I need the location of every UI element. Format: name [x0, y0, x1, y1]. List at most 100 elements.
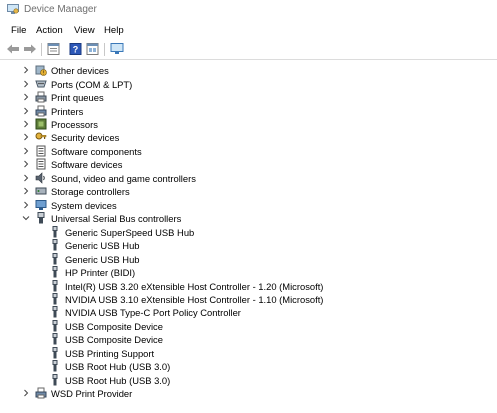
usb-device-label: USB Root Hub (USB 3.0) [65, 375, 171, 386]
usb-device-icon [52, 347, 58, 359]
tree-item-label: System devices [51, 200, 117, 211]
tree-item-sound-video[interactable]: Sound, video and game controllers [0, 172, 497, 185]
processor-icon [35, 118, 47, 130]
chevron-right-icon[interactable] [22, 107, 30, 115]
menu-action[interactable]: Action [36, 25, 63, 36]
properties-icon[interactable] [47, 43, 61, 55]
forward-arrow-icon[interactable] [23, 43, 37, 55]
usb-device-label: Generic USB Hub [65, 240, 140, 251]
chevron-right-icon[interactable] [22, 80, 30, 88]
scan-hardware-icon[interactable] [110, 43, 124, 55]
chevron-right-icon[interactable] [22, 147, 30, 155]
svg-text:?: ? [73, 45, 79, 55]
usb-device-label: USB Printing Support [65, 348, 155, 359]
tree-item-system-devices[interactable]: System devices [0, 199, 497, 212]
security-icon [35, 132, 47, 140]
wsd-icon [35, 387, 47, 399]
usb-device-item[interactable]: Generic USB Hub [0, 239, 497, 252]
chevron-right-icon[interactable] [22, 160, 30, 168]
tree-item-label: Universal Serial Bus controllers [51, 213, 182, 224]
usb-device-label: NVIDIA USB 3.10 eXtensible Host Controll… [65, 294, 324, 305]
other-devices-icon: ! [35, 65, 47, 76]
usb-device-icon [52, 253, 58, 265]
menu-help[interactable]: Help [104, 25, 124, 36]
toolbar-separator [41, 43, 42, 56]
tree-item-ports[interactable]: Ports (COM & LPT) [0, 78, 497, 91]
usb-device-item[interactable]: Generic USB Hub [0, 253, 497, 266]
usb-device-label: USB Root Hub (USB 3.0) [65, 361, 171, 372]
usb-device-icon [52, 333, 58, 345]
tree-item-label: Sound, video and game controllers [51, 173, 196, 184]
menu-file[interactable]: File [11, 25, 26, 36]
tree-item-label: Software components [51, 146, 142, 157]
software-device-icon [36, 158, 46, 170]
usb-device-label: USB Composite Device [65, 321, 163, 332]
usb-device-label: Intel(R) USB 3.20 eXtensible Host Contro… [65, 281, 324, 292]
usb-device-item[interactable]: USB Root Hub (USB 3.0) [0, 360, 497, 373]
tree-item-printers[interactable]: Printers [0, 105, 497, 118]
sound-icon [35, 172, 45, 184]
chevron-down-icon[interactable] [22, 214, 30, 222]
tree-item-label: Software devices [51, 159, 123, 170]
chevron-right-icon[interactable] [22, 93, 30, 101]
menu-view[interactable]: View [74, 25, 95, 36]
system-icon [35, 200, 47, 210]
chevron-right-icon[interactable] [22, 187, 30, 195]
tree-item-storage-controllers[interactable]: Storage controllers [0, 185, 497, 198]
tree-item-label: Storage controllers [51, 186, 130, 197]
usb-device-label: Generic USB Hub [65, 254, 140, 265]
usb-device-label: USB Composite Device [65, 334, 163, 345]
print-queue-icon [35, 91, 47, 103]
usb-icon [37, 212, 45, 224]
toolbar: ? [0, 40, 497, 60]
usb-device-icon [52, 360, 58, 372]
usb-device-item[interactable]: USB Root Hub (USB 3.0) [0, 374, 497, 387]
chevron-right-icon[interactable] [22, 174, 30, 182]
usb-device-item[interactable]: Intel(R) USB 3.20 eXtensible Host Contro… [0, 280, 497, 293]
usb-device-item[interactable]: NVIDIA USB 3.10 eXtensible Host Controll… [0, 293, 497, 306]
usb-device-icon [52, 320, 58, 332]
help-icon[interactable]: ? [69, 43, 83, 55]
tree-item-print-queues[interactable]: Print queues [0, 91, 497, 104]
printer-icon [35, 105, 47, 117]
storage-icon [35, 187, 47, 195]
usb-device-label: NVIDIA USB Type-C Port Policy Controller [65, 307, 241, 318]
chevron-right-icon[interactable] [22, 133, 30, 141]
usb-device-label: Generic SuperSpeed USB Hub [65, 227, 195, 238]
tree-item-label: Print queues [51, 92, 104, 103]
chevron-right-icon[interactable] [22, 389, 30, 397]
tree-item-label: Other devices [51, 65, 109, 76]
device-manager-icon [7, 4, 19, 14]
usb-device-item[interactable]: USB Composite Device [0, 320, 497, 333]
tree-item-software-components[interactable]: Software components [0, 145, 497, 158]
title-bar: Device Manager [0, 0, 497, 22]
tree-item-wsd-print-provider[interactable]: WSD Print Provider [0, 387, 497, 400]
usb-device-icon [52, 239, 58, 251]
tree-item-label: Printers [51, 106, 84, 117]
tree-item-label: Processors [51, 119, 98, 130]
usb-device-label: HP Printer (BIDI) [65, 267, 136, 278]
tree-item-processors[interactable]: Processors [0, 118, 497, 131]
usb-device-item[interactable]: HP Printer (BIDI) [0, 266, 497, 279]
port-icon [35, 80, 47, 88]
tree-item-usb-controllers[interactable]: Universal Serial Bus controllers [0, 212, 497, 225]
device-tree: ! Other devices Ports (COM & LPT) Print … [0, 60, 497, 413]
usb-device-item[interactable]: NVIDIA USB Type-C Port Policy Controller [0, 306, 497, 319]
tree-item-security-devices[interactable]: Security devices [0, 131, 497, 144]
usb-device-icon [52, 306, 58, 318]
usb-device-icon [52, 280, 58, 292]
tree-item-label: WSD Print Provider [51, 388, 133, 399]
usb-device-item[interactable]: USB Printing Support [0, 347, 497, 360]
tree-item-other-devices[interactable]: ! Other devices [0, 64, 497, 77]
usb-device-icon [52, 374, 58, 386]
back-arrow-icon[interactable] [6, 43, 20, 55]
usb-device-item[interactable]: Generic SuperSpeed USB Hub [0, 226, 497, 239]
usb-device-item[interactable]: USB Composite Device [0, 333, 497, 346]
chevron-right-icon[interactable] [22, 66, 30, 74]
window-title: Device Manager [24, 4, 97, 15]
view-icon[interactable] [86, 43, 100, 55]
tree-item-label: Security devices [51, 132, 120, 143]
tree-item-software-devices[interactable]: Software devices [0, 158, 497, 171]
chevron-right-icon[interactable] [22, 201, 30, 209]
chevron-right-icon[interactable] [22, 120, 30, 128]
